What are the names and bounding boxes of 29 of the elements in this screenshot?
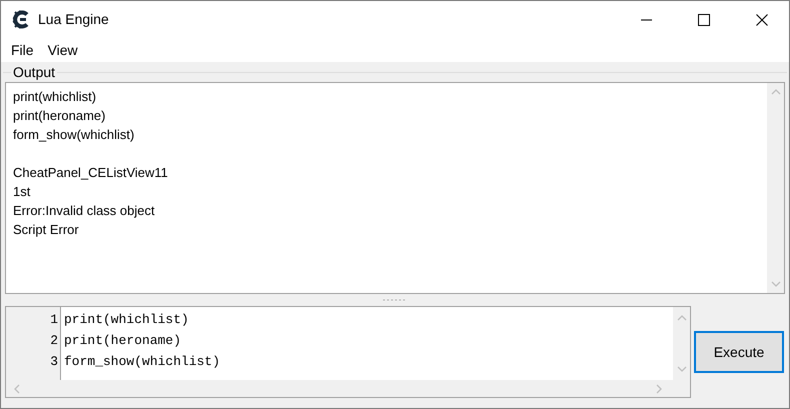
scroll-up-icon[interactable]	[676, 315, 686, 321]
scrollbar[interactable]	[767, 83, 784, 293]
output-line: Script Error	[13, 221, 79, 239]
minimize-icon	[640, 18, 652, 20]
output-line: CheatPanel_CEListView11	[13, 164, 168, 182]
line-number: 3	[50, 353, 58, 371]
scroll-right-icon[interactable]	[656, 384, 662, 394]
maximize-icon	[698, 14, 710, 26]
code-line: form_show(whichlist)	[64, 353, 220, 371]
line-number: 2	[50, 332, 58, 350]
code-editor[interactable]: 1 2 3 print(whichlist) print(heroname) form_show(whichlist)	[5, 306, 691, 398]
output-line: 1st	[13, 183, 30, 201]
output-line: print(heroname)	[13, 107, 106, 125]
output-line: form_show(whichlist)	[13, 126, 134, 144]
output-line: Error:Invalid class object	[13, 202, 155, 220]
app-logo-icon	[12, 10, 30, 29]
menu-item[interactable]: View	[40, 40, 85, 60]
window-title: Lua Engine	[38, 10, 109, 29]
scroll-up-icon[interactable]	[770, 89, 780, 95]
code-line: print(whichlist)	[64, 311, 189, 329]
line-number: 1	[50, 311, 58, 329]
output-line: print(whichlist)	[13, 88, 96, 106]
scroll-left-icon[interactable]	[14, 384, 20, 394]
code-line: print(heroname)	[64, 332, 182, 350]
execute-button[interactable]: Execute	[694, 331, 784, 373]
menu-item[interactable]: File	[4, 40, 41, 60]
scroll-down-icon[interactable]	[676, 366, 686, 372]
scroll-down-icon[interactable]	[770, 281, 780, 287]
close-icon	[756, 14, 768, 26]
